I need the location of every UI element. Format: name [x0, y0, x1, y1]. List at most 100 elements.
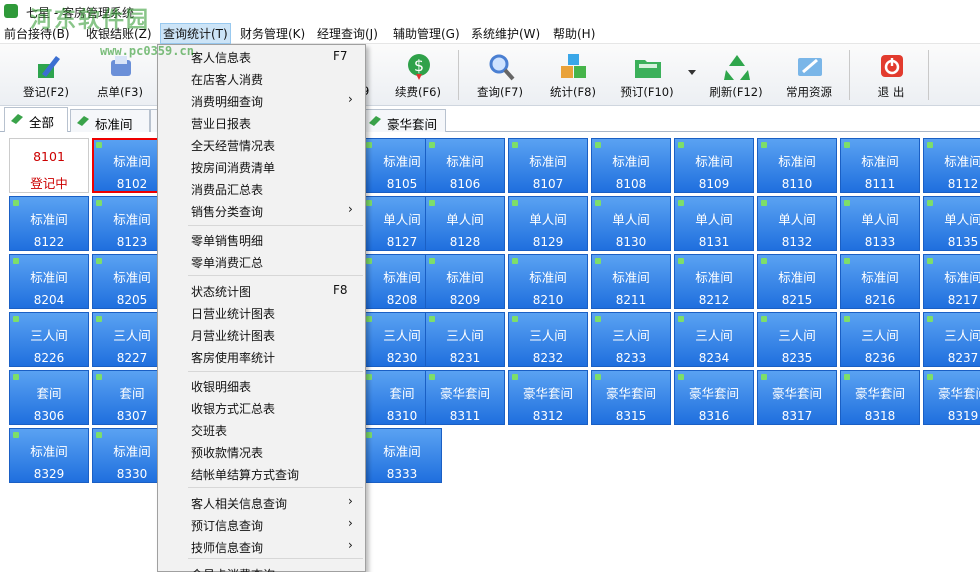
dropdown-menu-item[interactable]: 月营业统计图表	[158, 324, 365, 346]
room-tile[interactable]: 标准间 8209	[425, 254, 505, 309]
dropdown-menu-item[interactable]: 消费品汇总表	[158, 178, 365, 200]
dropdown-menu-item[interactable]: 状态统计图 F8	[158, 280, 365, 302]
room-tile[interactable]: 三人间 8233	[591, 312, 671, 367]
room-tile[interactable]: 单人间 8131	[674, 196, 754, 251]
dropdown-menu-item[interactable]: 营业日报表	[158, 112, 365, 134]
room-tile[interactable]: 标准间 8111	[840, 138, 920, 193]
submenu-arrow-icon: ›	[348, 516, 353, 530]
register-button[interactable]: 登记(F2)	[14, 44, 78, 104]
query-button[interactable]: 查询(F7)	[468, 44, 532, 104]
room-tile[interactable]: 标准间 8204	[9, 254, 89, 309]
room-tile[interactable]: 豪华套间 8312	[508, 370, 588, 425]
room-tile[interactable]: 标准间 8333	[362, 428, 442, 483]
room-status-flag-icon	[429, 142, 435, 148]
room-tile[interactable]: 标准间 8106	[425, 138, 505, 193]
menu-query-statistics[interactable]: 查询统计(T)	[160, 23, 231, 44]
room-tile[interactable]: 标准间 8107	[508, 138, 588, 193]
room-tile[interactable]: 三人间 8231	[425, 312, 505, 367]
room-number-label: 8217	[947, 293, 979, 307]
room-tile[interactable]: 标准间 8216	[840, 254, 920, 309]
menu-item-label: 交班表	[191, 424, 228, 438]
room-tile[interactable]: 套间 8306	[9, 370, 89, 425]
room-tile[interactable]: 标准间 8108	[591, 138, 671, 193]
room-tile[interactable]: 标准间 8122	[9, 196, 89, 251]
room-status-flag-icon	[927, 316, 933, 322]
room-tile[interactable]: 8101 登记中	[9, 138, 89, 193]
room-tile[interactable]: 豪华套间 8315	[591, 370, 671, 425]
room-type-label: 三人间	[944, 328, 980, 343]
reserve-button[interactable]: 预订(F10)	[615, 44, 679, 104]
room-status-flag-icon	[96, 142, 102, 148]
room-tile[interactable]: 三人间 8237	[923, 312, 980, 367]
room-status-flag-icon	[13, 200, 19, 206]
common-resources-button[interactable]: 常用资源	[777, 44, 841, 104]
submenu-arrow-icon: ›	[348, 92, 353, 106]
dropdown-menu-item[interactable]: 收银明细表	[158, 375, 365, 397]
room-tile[interactable]: 豪华套间 8316	[674, 370, 754, 425]
dropdown-menu-item[interactable]: 客人相关信息查询 ›	[158, 492, 365, 514]
room-tile[interactable]: 单人间 8135	[923, 196, 980, 251]
dropdown-menu-item[interactable]: 交班表	[158, 419, 365, 441]
room-tile[interactable]: 标准间 8215	[757, 254, 837, 309]
statistics-button[interactable]: 统计(F8)	[541, 44, 605, 104]
menu-finance[interactable]: 财务管理(K)	[240, 25, 305, 42]
room-tile[interactable]: 豪华套间 8317	[757, 370, 837, 425]
dropdown-menu-item[interactable]: 结帐单结算方式查询	[158, 463, 365, 485]
dropdown-menu-item[interactable]: 零单消费汇总	[158, 251, 365, 273]
room-tile[interactable]: 单人间 8128	[425, 196, 505, 251]
room-tile[interactable]: 豪华套间 8318	[840, 370, 920, 425]
menu-system-maintenance[interactable]: 系统维护(W)	[471, 25, 540, 42]
dropdown-menu-item[interactable]: 按房间消费清单	[158, 156, 365, 178]
room-tile[interactable]: 标准间 8217	[923, 254, 980, 309]
dropdown-menu-item[interactable]: 消费明细查询 ›	[158, 90, 365, 112]
room-tile[interactable]: 单人间 8133	[840, 196, 920, 251]
menu-auxiliary[interactable]: 辅助管理(G)	[393, 25, 460, 42]
dropdown-menu-item[interactable]: 预收款情况表	[158, 441, 365, 463]
dropdown-menu-item[interactable]: 收银方式汇总表	[158, 397, 365, 419]
room-tile[interactable]: 标准间 8211	[591, 254, 671, 309]
reserve-dropdown-arrow-icon[interactable]	[688, 70, 696, 75]
tab-standard-room[interactable]: 标准间	[70, 109, 150, 132]
room-tile[interactable]: 三人间 8236	[840, 312, 920, 367]
dropdown-menu-item[interactable]: 全天经营情况表	[158, 134, 365, 156]
room-tile[interactable]: 单人间 8130	[591, 196, 671, 251]
room-status-flag-icon	[429, 374, 435, 380]
renew-button[interactable]: $ 续费(F6)	[386, 44, 450, 104]
room-tile[interactable]: 豪华套间 8319	[923, 370, 980, 425]
room-tile[interactable]: 标准间 8212	[674, 254, 754, 309]
room-tile[interactable]: 三人间 8226	[9, 312, 89, 367]
room-tile[interactable]: 单人间 8129	[508, 196, 588, 251]
menu-item-label: 状态统计图	[191, 285, 252, 299]
room-type-label: 三人间	[529, 328, 567, 343]
room-tile[interactable]: 三人间 8234	[674, 312, 754, 367]
toolbar-separator	[849, 50, 850, 100]
room-tile[interactable]: 标准间 8210	[508, 254, 588, 309]
tab-deluxe-suite[interactable]: 豪华套间	[362, 109, 446, 132]
room-status-flag-icon	[761, 258, 767, 264]
menu-manager-query[interactable]: 经理查询(J)	[317, 25, 378, 42]
room-number-label: 8306	[33, 409, 65, 423]
dropdown-menu-item[interactable]: 零单销售明细	[158, 229, 365, 251]
dropdown-menu-item[interactable]: 销售分类查询 ›	[158, 200, 365, 222]
dropdown-menu-item[interactable]: 预订信息查询 ›	[158, 514, 365, 536]
room-type-label: 豪华套间	[439, 386, 490, 401]
room-tile[interactable]: 三人间 8235	[757, 312, 837, 367]
dropdown-menu-item[interactable]: 客房使用率统计	[158, 346, 365, 368]
room-type-label: 豪华套间	[522, 386, 573, 401]
dropdown-menu-item[interactable]: 会员卡消费查询	[158, 563, 365, 572]
dropdown-menu-item[interactable]: 技师信息查询 ›	[158, 536, 365, 558]
room-tile[interactable]: 标准间 8329	[9, 428, 89, 483]
exit-button[interactable]: 退 出	[859, 44, 923, 104]
menu-help[interactable]: 帮助(H)	[553, 25, 595, 42]
dropdown-menu-item[interactable]: 在店客人消费	[158, 68, 365, 90]
room-tile[interactable]: 单人间 8132	[757, 196, 837, 251]
room-tile[interactable]: 三人间 8232	[508, 312, 588, 367]
room-tile[interactable]: 标准间 8110	[757, 138, 837, 193]
dropdown-menu-item[interactable]: 日营业统计图表	[158, 302, 365, 324]
room-tile[interactable]: 豪华套间 8311	[425, 370, 505, 425]
room-tile[interactable]: 标准间 8112	[923, 138, 980, 193]
room-tile[interactable]: 标准间 8109	[674, 138, 754, 193]
refresh-button[interactable]: 刷新(F12)	[704, 44, 768, 104]
tab-all[interactable]: 全部	[4, 107, 68, 133]
toolbar-separator	[928, 50, 929, 100]
